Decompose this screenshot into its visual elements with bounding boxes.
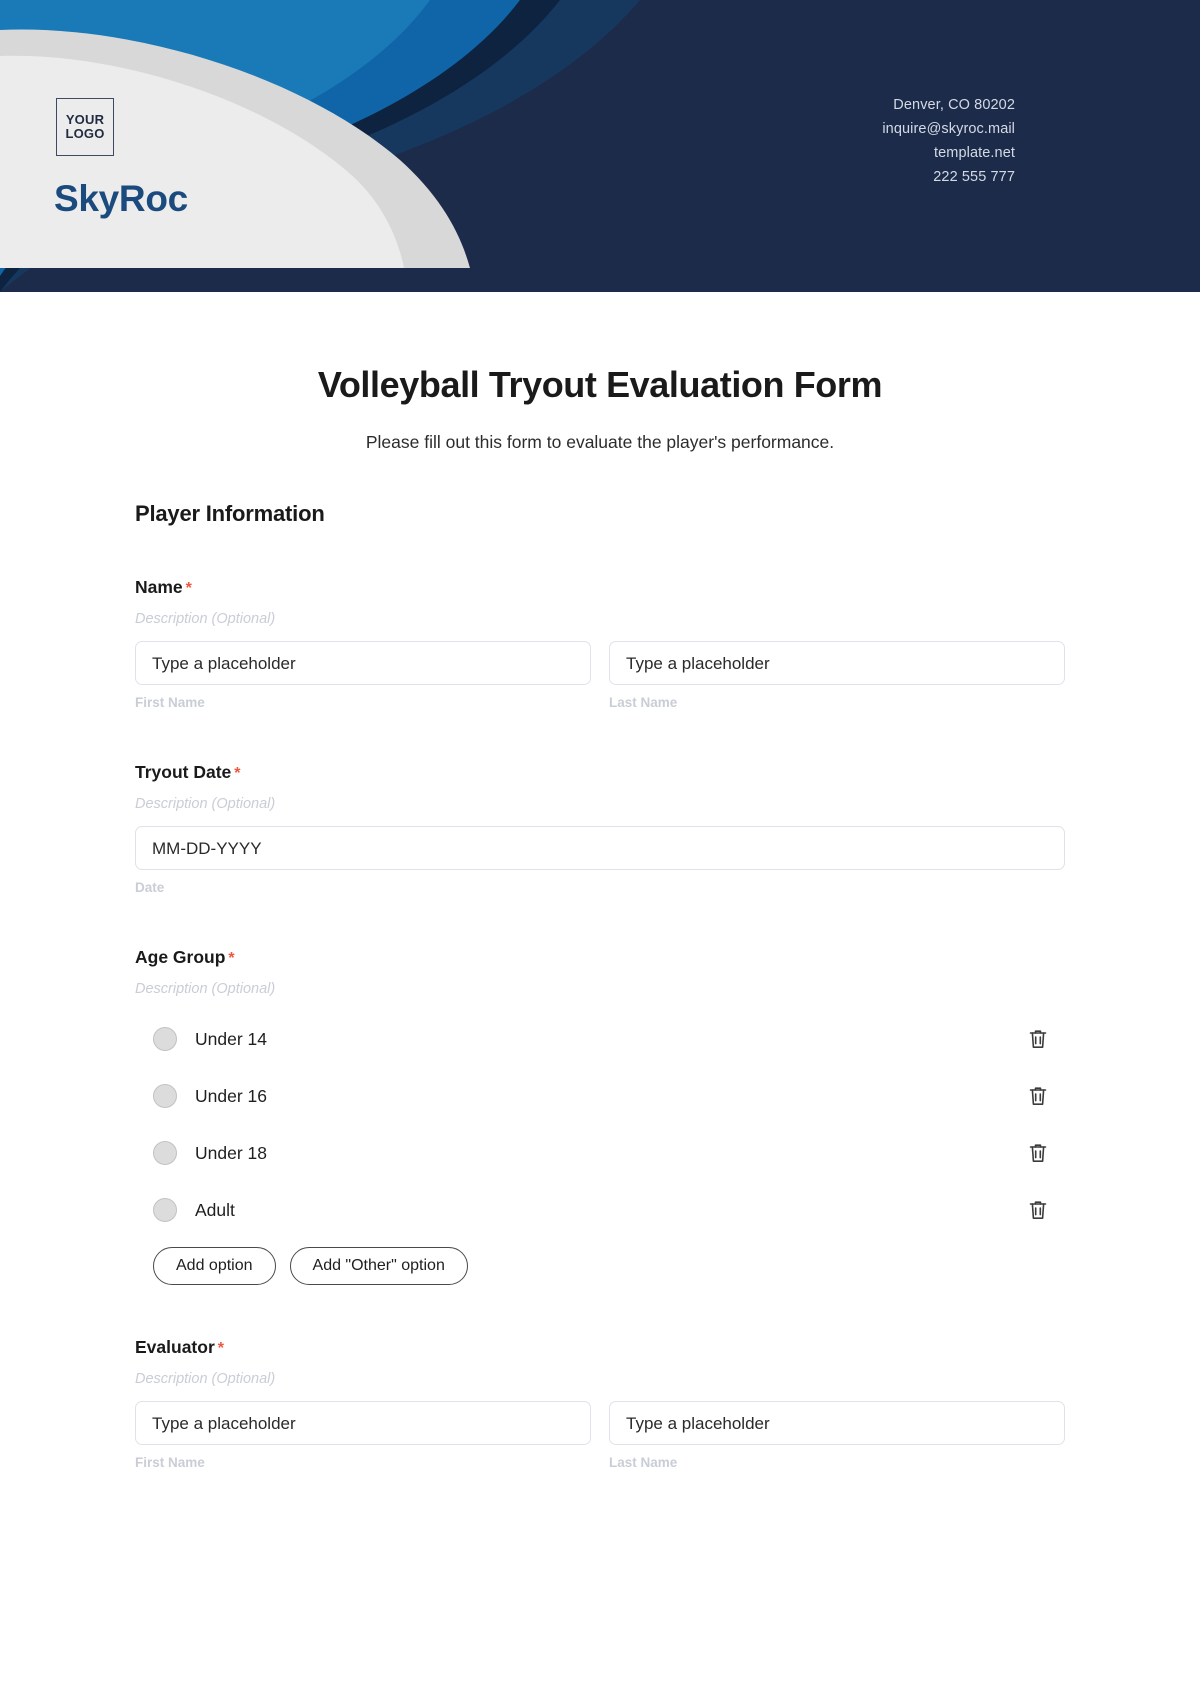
logo-line-2: LOGO	[65, 126, 105, 141]
option-label: Under 14	[195, 1028, 267, 1049]
field-description-evaluator: Description (Optional)	[135, 1371, 276, 1387]
field-label-evaluator: Evaluator *	[135, 1337, 1065, 1358]
section-title-player-information: Player Information	[135, 501, 325, 526]
first-name-column: Type a placeholder First Name	[135, 641, 591, 710]
field-label-name-text: Name	[135, 577, 183, 597]
trash-icon[interactable]	[1027, 1028, 1049, 1050]
option-row[interactable]: Under 14	[135, 1019, 1065, 1059]
evaluator-first-name-column: Type a placeholder First Name	[135, 1401, 591, 1470]
option-label: Adult	[195, 1199, 235, 1220]
contact-address: Denver, CO 80202	[893, 97, 1015, 113]
age-group-options: Under 14 Under 16 Under 18 Adult	[135, 1019, 1065, 1230]
logo-line-1: YOUR	[65, 111, 105, 127]
radio-icon[interactable]	[153, 1084, 177, 1108]
field-name: Name * Description (Optional) Type a plac…	[135, 577, 1065, 710]
page-subtitle: Please fill out this form to evaluate th…	[365, 432, 835, 452]
tryout-date-column: MM-DD-YYYY Date	[135, 826, 1065, 895]
page-title: Volleyball Tryout Evaluation Form	[317, 364, 883, 405]
option-label: Under 18	[195, 1142, 267, 1163]
name-input-row: Type a placeholder First Name Type a pla…	[135, 641, 1065, 710]
form-page: YOUR LOGO SkyRoc Denver, CO 80202 inquir…	[0, 0, 1200, 1701]
radio-icon[interactable]	[153, 1027, 177, 1051]
add-option-button[interactable]: Add option	[153, 1247, 276, 1285]
option-row[interactable]: Under 16	[135, 1076, 1065, 1116]
field-label-tryout-date: Tryout Date *	[135, 762, 1065, 783]
radio-icon[interactable]	[153, 1141, 177, 1165]
field-label-name: Name *	[135, 577, 1065, 598]
option-row[interactable]: Adult	[135, 1190, 1065, 1230]
logo-placeholder: YOUR LOGO	[56, 98, 114, 156]
header-decorative-shapes	[0, 0, 1200, 292]
evaluator-first-name-input[interactable]: Type a placeholder	[135, 1401, 591, 1445]
add-option-buttons: Add option Add "Other" option	[153, 1247, 1065, 1285]
option-label: Under 16	[195, 1085, 267, 1106]
field-evaluator: Evaluator * Description (Optional) Type a…	[135, 1337, 1065, 1470]
required-asterisk: *	[234, 765, 241, 782]
required-asterisk: *	[228, 950, 235, 967]
field-label-age-group-text: Age Group	[135, 947, 226, 967]
add-other-option-button[interactable]: Add "Other" option	[289, 1247, 468, 1285]
first-name-input[interactable]: Type a placeholder	[135, 641, 591, 685]
field-label-tryout-date-text: Tryout Date	[135, 762, 232, 782]
required-asterisk: *	[185, 580, 192, 597]
page-header: YOUR LOGO SkyRoc Denver, CO 80202 inquir…	[0, 0, 1200, 292]
evaluator-last-name-sub-label: Last Name	[609, 1455, 678, 1470]
first-name-sub-label: First Name	[135, 695, 205, 710]
evaluator-first-name-sub-label: First Name	[135, 1455, 205, 1470]
tryout-date-input-row: MM-DD-YYYY Date	[135, 826, 1065, 895]
field-label-age-group: Age Group *	[135, 947, 1065, 968]
option-row[interactable]: Under 18	[135, 1133, 1065, 1173]
tryout-date-input[interactable]: MM-DD-YYYY	[135, 826, 1065, 870]
field-description-tryout-date: Description (Optional)	[135, 796, 276, 812]
last-name-input[interactable]: Type a placeholder	[609, 641, 1065, 685]
field-description-name: Description (Optional)	[135, 611, 276, 627]
tryout-date-sub-label: Date	[135, 880, 165, 895]
contact-phone: 222 555 777	[933, 169, 1015, 185]
contact-email: inquire@skyroc.mail	[882, 121, 1015, 137]
evaluator-last-name-column: Type a placeholder Last Name	[609, 1401, 1065, 1470]
field-label-evaluator-text: Evaluator	[135, 1337, 215, 1357]
evaluator-last-name-input[interactable]: Type a placeholder	[609, 1401, 1065, 1445]
brand-name: SkyRoc	[54, 178, 188, 219]
last-name-column: Type a placeholder Last Name	[609, 641, 1065, 710]
trash-icon[interactable]	[1027, 1085, 1049, 1107]
trash-icon[interactable]	[1027, 1199, 1049, 1221]
trash-icon[interactable]	[1027, 1142, 1049, 1164]
contact-block: Denver, CO 80202 inquire@skyroc.mail tem…	[882, 93, 1015, 189]
field-tryout-date: Tryout Date * Description (Optional) MM-D…	[135, 762, 1065, 895]
contact-website: template.net	[934, 145, 1015, 161]
field-age-group: Age Group * Description (Optional) Under …	[135, 947, 1065, 1285]
last-name-sub-label: Last Name	[609, 695, 678, 710]
field-description-age-group: Description (Optional)	[135, 981, 276, 997]
form-body: Volleyball Tryout Evaluation Form Please…	[0, 364, 1200, 1470]
radio-icon[interactable]	[153, 1198, 177, 1222]
evaluator-input-row: Type a placeholder First Name Type a pla…	[135, 1401, 1065, 1470]
required-asterisk: *	[217, 1340, 224, 1357]
